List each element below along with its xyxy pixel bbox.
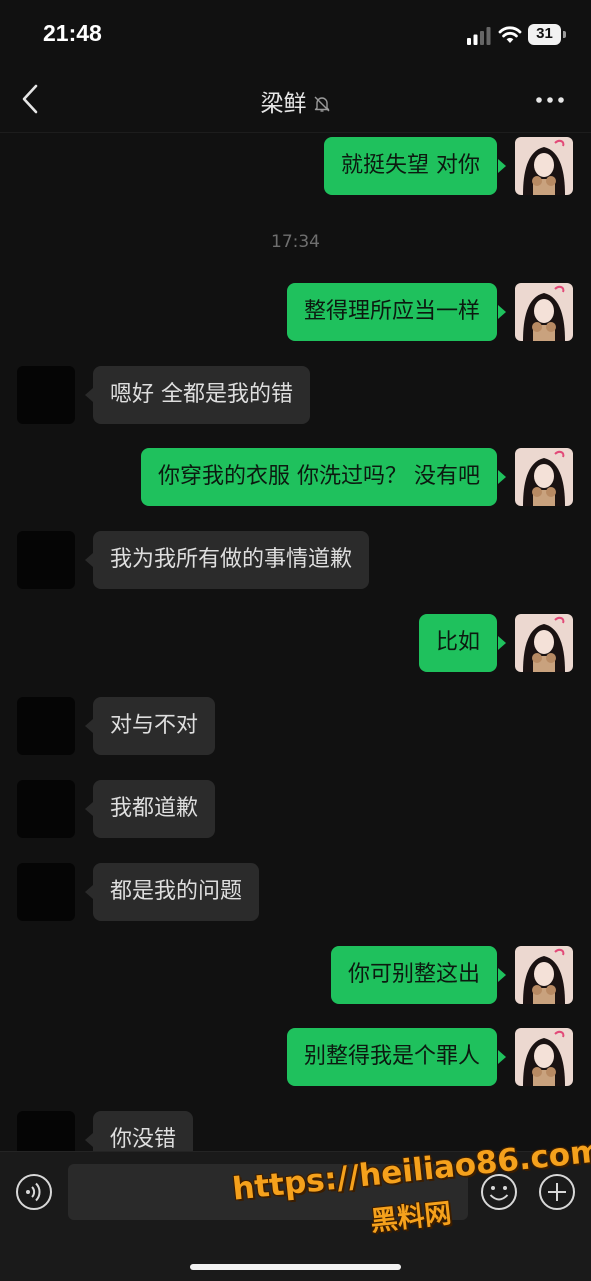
message-bubble-outgoing[interactable]: 你穿我的衣服 你洗过吗？ 没有吧 (141, 448, 497, 506)
avatar-self[interactable] (515, 448, 573, 506)
avatar-contact[interactable] (17, 780, 75, 838)
plus-icon[interactable] (538, 1173, 576, 1211)
bubble-tail (498, 470, 506, 484)
avatar-self-image (515, 448, 573, 506)
message-bubble-outgoing[interactable]: 别整得我是个罪人 (286, 1028, 497, 1086)
bubble-tail (498, 1050, 506, 1064)
voice-icon[interactable] (15, 1173, 53, 1211)
message-bubble-outgoing[interactable]: 你可别整这出 (330, 946, 497, 1004)
avatar-contact[interactable] (17, 366, 75, 424)
bubble-tail (85, 719, 93, 733)
message-bubble-incoming[interactable]: 都是我的问题 (93, 863, 260, 921)
cellular-signal-icon (467, 27, 491, 45)
message-input[interactable] (68, 1164, 468, 1220)
status-time: 21:48 (43, 20, 102, 46)
more-dots-icon[interactable] (535, 96, 565, 104)
avatar-self-image (515, 283, 573, 341)
avatar-contact[interactable] (17, 1111, 75, 1151)
avatar-self[interactable] (515, 1028, 573, 1086)
avatar-self-image (515, 946, 573, 1004)
status-bar: 21:48 31 (0, 0, 591, 66)
bubble-tail (85, 388, 93, 402)
message-bubble-incoming[interactable]: 对与不对 (93, 697, 216, 755)
battery-icon: 31 (528, 24, 566, 45)
message-timestamp: 17:34 (271, 232, 320, 252)
bubble-tail (85, 802, 93, 816)
input-bar (0, 1151, 591, 1281)
avatar-self-image (515, 614, 573, 672)
message-bubble-outgoing[interactable]: 比如 (418, 614, 497, 672)
bell-off-icon (314, 96, 329, 112)
message-bubble-incoming[interactable]: 我都道歉 (93, 780, 216, 838)
home-indicator (190, 1264, 401, 1270)
avatar-self[interactable] (515, 946, 573, 1004)
bubble-tail (85, 885, 93, 899)
bubble-tail (85, 1133, 93, 1147)
avatar-contact[interactable] (17, 531, 75, 589)
avatar-self[interactable] (515, 283, 573, 341)
avatar-self[interactable] (515, 137, 573, 195)
bubble-tail (85, 553, 93, 567)
message-bubble-outgoing[interactable]: 整得理所应当一样 (286, 283, 497, 341)
avatar-contact[interactable] (17, 863, 75, 921)
bubble-tail (498, 636, 506, 650)
chat-title-wrap[interactable]: 梁鲜 (0, 84, 591, 118)
bubble-tail (498, 159, 506, 173)
message-bubble-outgoing[interactable]: 就挺失望 对你 (324, 137, 497, 195)
chat-title: 梁鲜 (260, 91, 307, 117)
message-bubble-incoming[interactable]: 你没错 (93, 1111, 194, 1151)
message-bubble-incoming[interactable]: 我为我所有做的事情道歉 (93, 531, 370, 589)
battery-level: 31 (536, 25, 553, 42)
nav-bar: 梁鲜 (0, 66, 591, 133)
wifi-icon (498, 26, 522, 43)
message-bubble-incoming[interactable]: 嗯好 全都是我的错 (93, 366, 310, 424)
avatar-self-image (515, 137, 573, 195)
bubble-tail (498, 968, 506, 982)
chat-area[interactable]: 就挺失望 对你 17:34 整得理所应当一样 嗯好 全都是我的错 你穿我的衣服 … (0, 133, 591, 1151)
emoji-icon[interactable] (480, 1173, 518, 1211)
avatar-self-image (515, 1028, 573, 1086)
bubble-tail (498, 305, 506, 319)
avatar-self[interactable] (515, 614, 573, 672)
avatar-contact[interactable] (17, 697, 75, 755)
